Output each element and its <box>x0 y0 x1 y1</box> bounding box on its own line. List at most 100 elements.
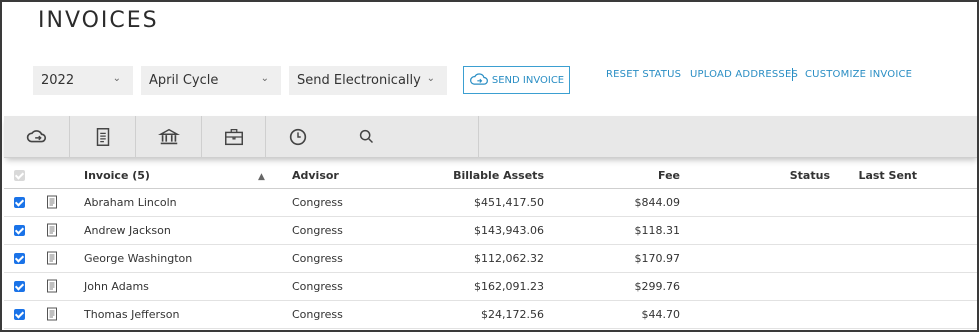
invoice-name[interactable]: Thomas Jefferson <box>84 300 258 329</box>
billable-assets-value: $451,417.50 <box>402 188 544 217</box>
sort-spacer <box>258 272 292 301</box>
row-checkbox-cell[interactable] <box>4 188 34 217</box>
row-checkbox[interactable] <box>14 309 25 320</box>
fee-value: $299.76 <box>544 272 680 301</box>
billable-assets-value: $112,062.32 <box>402 244 544 273</box>
page-title: INVOICES <box>38 8 159 33</box>
invoice-name[interactable]: John Adams <box>84 272 258 301</box>
sort-spacer <box>258 216 292 245</box>
status-value <box>680 272 830 301</box>
sort-ascending-icon[interactable]: ▲ <box>258 172 265 182</box>
table-row[interactable]: John Adams Congress $162,091.23 $299.76 <box>4 272 977 301</box>
delivery-select-value: Send Electronically <box>297 73 421 88</box>
invoice-name[interactable]: Abraham Lincoln <box>84 188 258 217</box>
invoice-document-icon[interactable] <box>46 195 58 209</box>
select-all-cell[interactable] <box>4 163 34 189</box>
status-value <box>680 300 830 329</box>
advisor-name: Congress <box>292 216 402 245</box>
invoice-document-icon[interactable] <box>46 279 58 293</box>
status-value <box>680 244 830 273</box>
invoice-document-icon[interactable] <box>46 223 58 237</box>
last-sent-value <box>830 188 977 217</box>
sort-spacer <box>258 244 292 273</box>
last-sent-value <box>830 244 977 273</box>
invoices-panel: INVOICES 2022 ⌄ April Cycle ⌄ Send Elect… <box>0 0 979 332</box>
fee-value: $44.70 <box>544 300 680 329</box>
header-billable-assets[interactable]: Billable Assets <box>402 163 544 189</box>
table-row[interactable]: Abraham Lincoln Congress $451,417.50 $844.0… <box>4 188 977 217</box>
invoice-document-icon[interactable] <box>46 251 58 265</box>
sort-cell[interactable]: ▲ <box>258 163 292 189</box>
row-checkbox[interactable] <box>14 197 25 208</box>
toolbar-document-button[interactable] <box>70 116 136 158</box>
cloud-upload-icon <box>469 73 488 85</box>
send-invoice-button[interactable]: SEND INVOICE <box>463 66 570 94</box>
row-icon-cell[interactable] <box>34 216 84 245</box>
invoice-name[interactable]: George Washington <box>84 244 258 273</box>
toolbar-cloud-button[interactable] <box>4 116 70 158</box>
table-row[interactable]: George Washington Congress $112,062.32 $170… <box>4 244 977 273</box>
toolbar-bank-button[interactable] <box>136 116 202 158</box>
row-checkbox[interactable] <box>14 225 25 236</box>
table-header-row: Invoice (5) ▲ Advisor Billable Assets Fe… <box>4 163 977 189</box>
delivery-select[interactable]: Send Electronically ⌄ <box>289 66 447 95</box>
header-fee[interactable]: Fee <box>544 163 680 189</box>
toolbar-briefcase-button[interactable] <box>202 116 266 158</box>
toolbar-clock-button[interactable] <box>266 116 330 158</box>
header-last-sent[interactable]: Last Sent <box>830 163 977 189</box>
invoice-document-icon[interactable] <box>46 307 58 321</box>
row-checkbox[interactable] <box>14 281 25 292</box>
document-icon <box>96 128 109 146</box>
advisor-name: Congress <box>292 188 402 217</box>
sort-spacer <box>258 188 292 217</box>
table-row[interactable]: Andrew Jackson Congress $143,943.06 $118.31 <box>4 216 977 245</box>
row-checkbox-cell[interactable] <box>4 216 34 245</box>
year-select-value: 2022 <box>41 73 75 88</box>
billable-assets-value: $143,943.06 <box>402 216 544 245</box>
last-sent-value <box>830 272 977 301</box>
fee-value: $170.97 <box>544 244 680 273</box>
upload-addresses-link[interactable]: UPLOAD ADDRESSES <box>690 69 798 80</box>
billable-assets-value: $162,091.23 <box>402 272 544 301</box>
reset-status-link[interactable]: RESET STATUS <box>606 69 681 80</box>
row-icon-cell[interactable] <box>34 272 84 301</box>
advisor-name: Congress <box>292 244 402 273</box>
link-divider <box>792 68 793 81</box>
customize-invoice-link[interactable]: CUSTOMIZE INVOICE <box>805 69 912 80</box>
toolbar <box>4 116 977 158</box>
header-icon-cell <box>34 163 84 189</box>
briefcase-icon <box>224 129 243 146</box>
header-invoice[interactable]: Invoice (5) <box>84 163 258 189</box>
cloud-icon <box>26 130 46 143</box>
row-icon-cell[interactable] <box>34 300 84 329</box>
select-all-checkbox[interactable] <box>14 170 25 182</box>
row-checkbox-cell[interactable] <box>4 300 34 329</box>
toolbar-divider <box>478 116 479 158</box>
advisor-name: Congress <box>292 272 402 301</box>
header-status[interactable]: Status <box>680 163 830 189</box>
chevron-down-icon: ⌄ <box>426 73 435 84</box>
fee-value: $118.31 <box>544 216 680 245</box>
year-select[interactable]: 2022 ⌄ <box>33 66 133 95</box>
cycle-select-value: April Cycle <box>149 73 219 88</box>
fee-value: $844.09 <box>544 188 680 217</box>
row-icon-cell[interactable] <box>34 244 84 273</box>
row-checkbox[interactable] <box>14 253 25 264</box>
row-icon-cell[interactable] <box>34 188 84 217</box>
last-sent-value <box>830 216 977 245</box>
sort-spacer <box>258 300 292 329</box>
search-icon <box>359 129 374 144</box>
row-checkbox-cell[interactable] <box>4 244 34 273</box>
header-advisor[interactable]: Advisor <box>292 163 402 189</box>
status-value <box>680 216 830 245</box>
row-checkbox-cell[interactable] <box>4 272 34 301</box>
toolbar-search-button[interactable] <box>330 116 404 158</box>
invoice-name[interactable]: Andrew Jackson <box>84 216 258 245</box>
send-invoice-label: SEND INVOICE <box>491 74 565 86</box>
table-row[interactable]: Thomas Jefferson Congress $24,172.56 $44.70 <box>4 300 977 329</box>
cycle-select[interactable]: April Cycle ⌄ <box>141 66 281 95</box>
invoice-table: Invoice (5) ▲ Advisor Billable Assets Fe… <box>4 163 977 329</box>
advisor-name: Congress <box>292 300 402 329</box>
billable-assets-value: $24,172.56 <box>402 300 544 329</box>
bank-icon <box>157 128 180 145</box>
